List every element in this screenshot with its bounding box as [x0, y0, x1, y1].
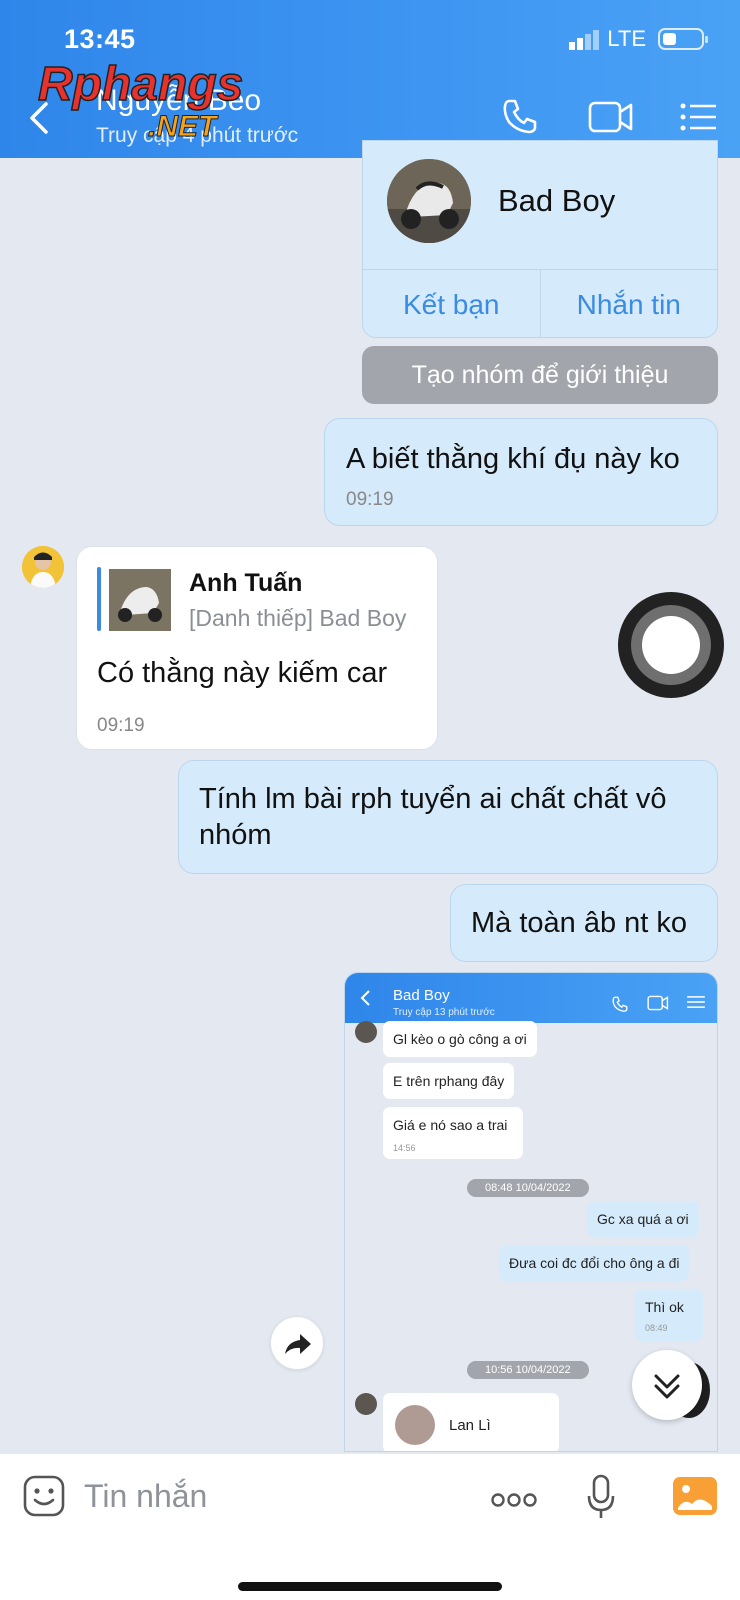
image-sender-avatar: [355, 1021, 377, 1043]
message-input[interactable]: Tin nhắn: [84, 1478, 207, 1515]
battery-icon: [658, 28, 708, 50]
sender-avatar[interactable]: [22, 546, 64, 588]
message-text: Tính lm bài rph tuyển ai chất chất vô nh…: [199, 783, 667, 851]
message-bubble-received[interactable]: Anh Tuấn [Danh thiếp] Bad Boy Có thằng n…: [76, 546, 438, 750]
send-message-button[interactable]: Nhắn tin: [539, 270, 718, 337]
message-bubble-sent[interactable]: Tính lm bài rph tuyển ai chất chất vô nh…: [178, 760, 718, 874]
image-message-bubble: Đưa coi đc đổi cho ông a đi: [499, 1245, 690, 1281]
contact-card-avatar[interactable]: [387, 159, 471, 243]
phone-icon: [612, 996, 628, 1012]
back-icon: [360, 990, 370, 1006]
image-contact-status: Truy cập 13 phút trước: [393, 1007, 495, 1018]
gallery-icon[interactable]: [672, 1476, 718, 1516]
quote-content: [Danh thiếp] Bad Boy: [189, 605, 407, 631]
quote-bar: [97, 567, 101, 631]
scroll-to-bottom-button[interactable]: [632, 1350, 702, 1420]
more-options-icon[interactable]: [490, 1492, 538, 1508]
create-intro-group-button[interactable]: Tạo nhóm để giới thiệu: [362, 346, 718, 404]
list-menu-icon: [687, 996, 705, 1008]
image-message-time: 08:49: [645, 1323, 668, 1333]
image-date-separator: 10:56 10/04/2022: [467, 1361, 589, 1379]
message-text: Có thằng này kiếm car: [97, 657, 388, 689]
chevron-double-down-icon: [654, 1374, 680, 1399]
image-message-time: 14:56: [393, 1143, 416, 1153]
status-time: 13:45: [64, 24, 136, 54]
message-input-bar: Tin nhắn: [0, 1454, 740, 1600]
image-date-separator: 08:48 10/04/2022: [467, 1179, 589, 1197]
message-text: A biết thằng khí đụ này ko: [346, 443, 680, 475]
watermark-logo: Rphangs .NET: [37, 57, 244, 143]
quote-thumbnail: [109, 569, 171, 631]
add-friend-button[interactable]: Kết bạn: [363, 270, 540, 337]
svg-text:.NET: .NET: [148, 110, 219, 143]
message-bubble-sent[interactable]: Mà toàn âb nt ko: [450, 884, 718, 962]
quote-sender-name: Anh Tuấn: [189, 569, 303, 597]
message-time: 09:19: [346, 489, 394, 510]
network-label: LTE: [607, 26, 646, 51]
forward-button[interactable]: [270, 1316, 324, 1370]
chat-header: 13:45 LTE Nguyễn Béo Truy cập 4 phút trư…: [0, 0, 740, 158]
sticker-icon[interactable]: [22, 1474, 66, 1518]
svg-text:Rphangs: Rphangs: [38, 58, 243, 111]
video-call-icon: [647, 995, 669, 1011]
image-message-bubble: Gc xa quá a ơi: [587, 1201, 699, 1237]
image-message-bubble: Thì ok: [635, 1289, 703, 1341]
image-message-bubble: E trên rphang đây: [383, 1063, 515, 1099]
video-call-icon[interactable]: [588, 100, 634, 134]
image-card-avatar: [395, 1405, 435, 1445]
phone-icon[interactable]: [500, 96, 540, 136]
signal-icon: [569, 28, 600, 50]
microphone-icon[interactable]: [586, 1474, 616, 1520]
list-menu-icon[interactable]: [680, 102, 718, 132]
image-header-icons: [611, 995, 705, 1013]
image-chat-header: Bad Boy Truy cập 13 phút trước: [345, 973, 717, 1023]
assistive-touch-button[interactable]: [618, 592, 724, 698]
contact-card-actions: Kết bạn Nhắn tin: [363, 269, 718, 337]
message-text: Mà toàn âb nt ko: [471, 907, 688, 939]
image-sender-avatar: [355, 1393, 377, 1415]
image-contact-name: Bad Boy: [393, 987, 450, 1004]
home-indicator: [238, 1582, 502, 1591]
message-time: 09:19: [97, 715, 145, 736]
status-indicators: LTE: [569, 26, 708, 52]
contact-card[interactable]: Bad Boy Kết bạn Nhắn tin: [362, 140, 718, 338]
message-bubble-sent[interactable]: A biết thằng khí đụ này ko 09:19: [324, 418, 718, 526]
image-message-bubble: Gl kèo o gò công a ơi: [383, 1021, 537, 1057]
image-card-name: Lan Lì: [449, 1417, 491, 1434]
contact-card-name: Bad Boy: [498, 183, 616, 218]
image-contact-card: Lan Lì: [383, 1393, 559, 1451]
forward-icon: [285, 1334, 311, 1354]
